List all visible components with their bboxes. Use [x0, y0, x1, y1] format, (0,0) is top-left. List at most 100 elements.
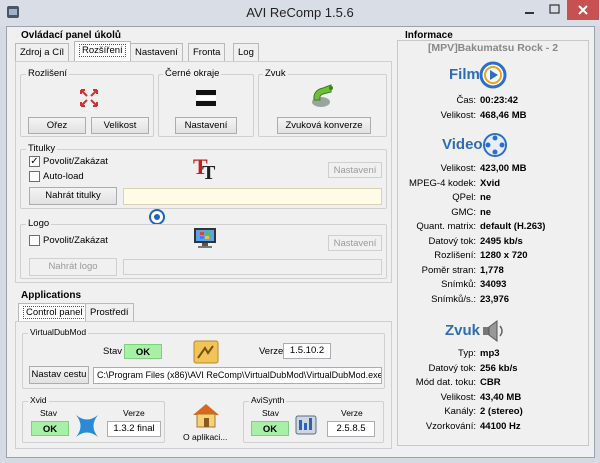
- info-value: 468,46 MB: [480, 110, 527, 121]
- info-value: 23,976: [480, 293, 510, 305]
- minimize-icon[interactable]: [517, 0, 543, 20]
- xvid-version-label: Verze: [123, 408, 145, 418]
- borders-settings-button[interactable]: Nastavení: [175, 117, 237, 134]
- vdub-version-label: Verze: [259, 346, 284, 357]
- subtitles-autoload-checkbox[interactable]: [29, 171, 40, 182]
- vdub-status-badge: OK: [124, 344, 162, 359]
- xvid-label: Xvid: [28, 395, 49, 405]
- xvid-status-badge: OK: [31, 421, 69, 436]
- logo-enable-checkbox[interactable]: [29, 235, 40, 246]
- info-value: mp3: [480, 348, 500, 359]
- crop-button[interactable]: Ořez: [28, 117, 86, 134]
- size-button[interactable]: Velikost: [91, 117, 149, 134]
- info-label: GMC:: [451, 206, 476, 218]
- subtitles-path-field[interactable]: [123, 188, 382, 205]
- info-value: CBR: [480, 377, 501, 388]
- load-subtitles-button[interactable]: Nahrát titulky: [29, 187, 117, 205]
- subtitles-tt-icon: TT: [192, 153, 220, 184]
- tab-control-panel[interactable]: Control panel: [18, 303, 91, 323]
- info-value: 00:23:42: [480, 95, 519, 106]
- vdub-status-label: Stav: [103, 346, 123, 357]
- info-label: Velikost:: [440, 110, 476, 121]
- info-value: 34093: [480, 279, 507, 290]
- info-label: Rozlišení:: [434, 250, 476, 261]
- info-label: Snímků:: [441, 279, 476, 290]
- info-label: Vzorkování:: [425, 420, 476, 432]
- film-heading: Film: [449, 66, 480, 83]
- info-label: MPEG-4 kodek:: [408, 177, 476, 189]
- logo-enable-label: Povolit/Zakázat: [43, 235, 108, 246]
- info-filename: [MPV]Bakumatsu Rock - 2: [427, 42, 559, 54]
- virtualdub-icon: [193, 340, 219, 364]
- tasks-heading: Ovládací panel úkolů: [21, 30, 122, 41]
- about-link[interactable]: O aplikaci...: [183, 432, 227, 442]
- info-label: Poměr stran:: [421, 264, 476, 276]
- info-value: 423,00 MB: [480, 163, 527, 174]
- resolution-label: Rozlišení: [26, 68, 70, 79]
- subtitles-enable-checkbox[interactable]: ✓: [29, 156, 40, 167]
- logo-label: Logo: [26, 218, 52, 229]
- applications-heading: Applications: [21, 290, 82, 301]
- info-label: Mód dat. toku:: [415, 377, 476, 388]
- tab-queue[interactable]: Fronta: [188, 43, 226, 61]
- avisynth-status-label: Stav: [262, 408, 280, 418]
- close-icon[interactable]: [567, 0, 599, 20]
- info-value: ne: [480, 206, 492, 218]
- xvid-status-label: Stav: [40, 408, 58, 418]
- black-bars-icon: [195, 88, 217, 108]
- maximize-icon[interactable]: [543, 0, 567, 20]
- info-value: 256 kb/s: [480, 362, 518, 374]
- logo-monitor-icon: [192, 226, 218, 250]
- info-label: Typ:: [458, 348, 476, 359]
- info-value: 2 (stereo): [480, 406, 523, 417]
- about-house-icon[interactable]: [191, 401, 221, 429]
- avisynth-label: AviSynth: [249, 395, 287, 405]
- info-value: 44100 Hz: [480, 420, 521, 432]
- info-label: Datový tok:: [428, 362, 476, 374]
- black-borders-label: Černé okraje: [163, 68, 222, 79]
- film-play-icon: [479, 61, 507, 89]
- info-value: ne: [480, 192, 492, 203]
- audio-convert-icon: [309, 82, 337, 110]
- info-label: QPel:: [452, 192, 476, 203]
- avisynth-status-badge: OK: [251, 421, 289, 436]
- xvid-icon: [73, 412, 101, 440]
- info-label: Čas:: [456, 95, 476, 106]
- logo-path-field[interactable]: [123, 259, 382, 275]
- speaker-icon: [481, 318, 505, 344]
- tab-environment[interactable]: Prostředí: [85, 303, 134, 321]
- load-logo-button[interactable]: Nahrát logo: [29, 258, 117, 276]
- info-label: Kanály:: [444, 406, 476, 417]
- subtitles-enable-label: Povolit/Zakázat: [43, 156, 108, 167]
- info-value: 2495 kb/s: [480, 235, 523, 247]
- info-value: Xvid: [480, 177, 501, 189]
- info-label: Quant. matrix:: [416, 221, 476, 232]
- set-path-button[interactable]: Nastav cestu: [29, 366, 89, 384]
- svg-text:T: T: [202, 162, 216, 181]
- subtitles-label: Titulky: [26, 143, 58, 154]
- tab-log[interactable]: Log: [233, 43, 259, 61]
- subtitles-autoload-label: Auto-load: [43, 171, 84, 182]
- video-heading: Video: [442, 136, 483, 153]
- info-label: Datový tok:: [428, 235, 476, 247]
- info-value: default (H.263): [480, 221, 546, 232]
- vdub-path-field[interactable]: C:\Program Files (x86)\AVI ReComp\Virtua…: [93, 367, 382, 384]
- info-label: Velikost:: [440, 391, 476, 403]
- xvid-version-field: 1.3.2 final: [107, 421, 161, 437]
- tab-settings[interactable]: Nastavení: [130, 43, 183, 61]
- vdub-version-field: 1.5.10.2: [283, 343, 331, 359]
- audio-convert-button[interactable]: Zvuková konverze: [277, 117, 371, 134]
- tab-source-target[interactable]: Zdroj a Cíl: [15, 43, 69, 61]
- virtualdubmod-label: VirtualDubMod: [28, 327, 89, 337]
- tab-extensions[interactable]: Rozšíření: [74, 41, 131, 61]
- info-value: 1,778: [480, 264, 504, 276]
- audio-heading: Zvuk: [445, 322, 481, 339]
- info-value: 1280 x 720: [480, 250, 528, 261]
- avisynth-icon: [293, 412, 319, 438]
- sound-label: Zvuk: [263, 68, 288, 79]
- info-label: Velikost:: [440, 163, 476, 174]
- info-value: 43,40 MB: [480, 391, 522, 403]
- window-title: AVI ReComp 1.5.6: [246, 5, 354, 20]
- info-label: Snímků/s.:: [431, 293, 476, 305]
- crop-arrows-icon: [79, 88, 99, 108]
